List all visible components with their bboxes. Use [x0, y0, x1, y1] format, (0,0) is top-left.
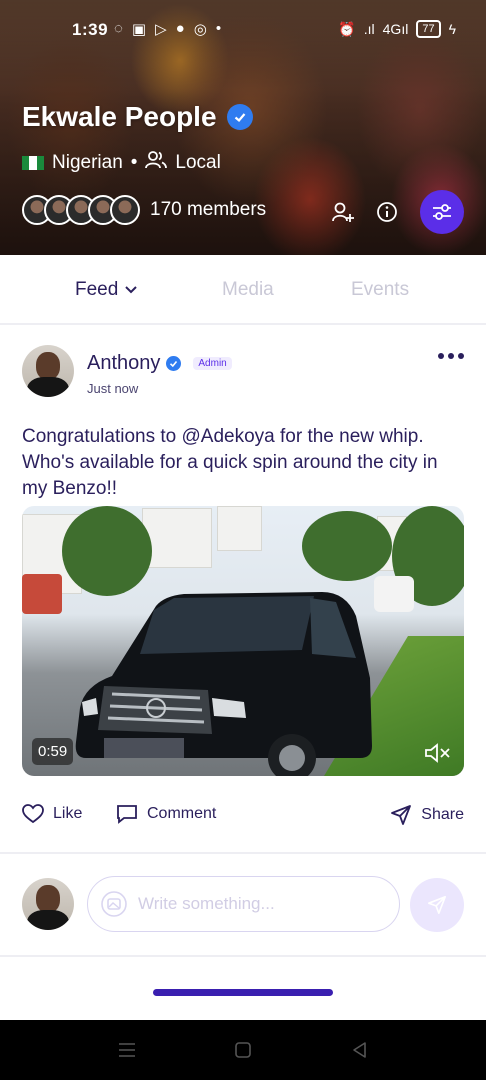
user-avatar	[22, 878, 74, 930]
signal-icon: .ıl	[363, 21, 375, 37]
sliders-icon	[433, 204, 451, 220]
members-row[interactable]: 170 members	[22, 195, 266, 225]
instagram-icon: ◎	[193, 21, 207, 38]
comment-label: Comment	[147, 805, 217, 822]
network-icon: 4Gıl	[382, 21, 409, 37]
member-avatars	[22, 195, 140, 225]
like-label: Like	[53, 805, 83, 822]
share-label: Share	[421, 806, 464, 823]
verified-icon	[226, 104, 253, 130]
post-text: Congratulations to @Adekoya for the new …	[22, 426, 438, 499]
send-icon	[391, 805, 412, 825]
status-time: 1:39	[72, 20, 109, 39]
group-title: Ekwale People	[22, 101, 253, 133]
charging-icon: ϟ	[448, 21, 456, 37]
comment-icon	[117, 805, 137, 824]
notification-icons: ◌ ▣ ▷ ● ◎ •	[114, 20, 221, 38]
comment-composer	[22, 876, 464, 934]
group-tabs: Feed Media Events	[0, 255, 486, 325]
chat-icon: ●	[175, 20, 185, 37]
author-name: Anthony	[87, 352, 161, 374]
author-avatar[interactable]	[22, 345, 74, 397]
write-something-input[interactable]	[138, 894, 378, 914]
car-image	[75, 592, 372, 776]
system-icons: ⏰ .ıl 4Gıl 77 ϟ	[338, 20, 456, 38]
home-icon[interactable]	[232, 1039, 254, 1061]
dot-icon: •	[215, 20, 222, 37]
people-icon	[145, 150, 168, 176]
chevron-down-icon	[125, 286, 138, 294]
admin-badge: Admin	[193, 357, 232, 370]
divider	[0, 955, 486, 957]
network-label: 4G	[382, 21, 402, 37]
post-header: Anthony Admin Just now	[22, 345, 464, 405]
avatar	[110, 195, 140, 225]
composer-input-wrap	[87, 876, 400, 932]
group-type: Local	[175, 152, 221, 173]
mute-icon[interactable]	[424, 743, 452, 763]
nigeria-flag-icon	[22, 156, 44, 170]
members-count: 170 members	[150, 199, 267, 220]
verified-icon	[166, 356, 182, 371]
whatsapp-icon: ◌	[114, 20, 123, 37]
banner-actions	[332, 190, 464, 234]
like-button[interactable]: Like	[22, 804, 82, 824]
tab-feed[interactable]: Feed	[75, 279, 138, 301]
battery-level: 77	[422, 23, 435, 35]
menu-icon[interactable]	[116, 1039, 138, 1061]
alarm-icon: ⏰	[338, 20, 356, 37]
tab-events[interactable]: Events	[351, 279, 409, 301]
tab-events-label: Events	[351, 279, 410, 300]
group-name: Ekwale People	[22, 101, 217, 132]
video-duration: 0:59	[32, 738, 74, 765]
tab-media-label: Media	[222, 279, 274, 300]
battery-icon: 77	[416, 20, 441, 38]
add-member-icon[interactable]	[332, 201, 354, 223]
group-cover-image: 1:39 ◌ ▣ ▷ ● ◎ • ⏰ .ıl 4Gıl 77 ϟ Ekwale …	[0, 0, 486, 255]
send-button[interactable]	[410, 878, 464, 932]
send-icon	[428, 896, 446, 914]
game-icon: ▣	[131, 21, 147, 38]
post-video[interactable]: 0:59	[22, 506, 464, 776]
image-icon[interactable]	[100, 890, 128, 918]
more-options-icon[interactable]	[438, 353, 464, 359]
info-icon[interactable]	[376, 201, 398, 223]
post-author[interactable]: Anthony Admin	[87, 352, 232, 375]
home-indicator[interactable]	[153, 989, 333, 996]
tab-feed-label: Feed	[75, 279, 119, 300]
video-icon: ▷	[155, 21, 167, 38]
status-bar: 1:39 ◌ ▣ ▷ ● ◎ • ⏰ .ıl 4Gıl 77 ϟ	[0, 14, 486, 46]
tab-media[interactable]: Media	[222, 279, 274, 301]
share-button[interactable]: Share	[390, 804, 464, 826]
post-timestamp: Just now	[87, 381, 139, 396]
group-meta: Nigerian • Local	[22, 150, 221, 176]
divider	[0, 852, 486, 854]
back-icon[interactable]	[349, 1039, 371, 1061]
comment-button[interactable]: Comment	[116, 804, 216, 824]
post-actions: Like Comment Share	[22, 800, 464, 830]
meta-separator: •	[130, 152, 138, 173]
system-nav-bar	[0, 1020, 486, 1080]
settings-button[interactable]	[420, 190, 464, 234]
group-nationality: Nigerian	[52, 152, 123, 173]
heart-icon	[22, 804, 44, 824]
